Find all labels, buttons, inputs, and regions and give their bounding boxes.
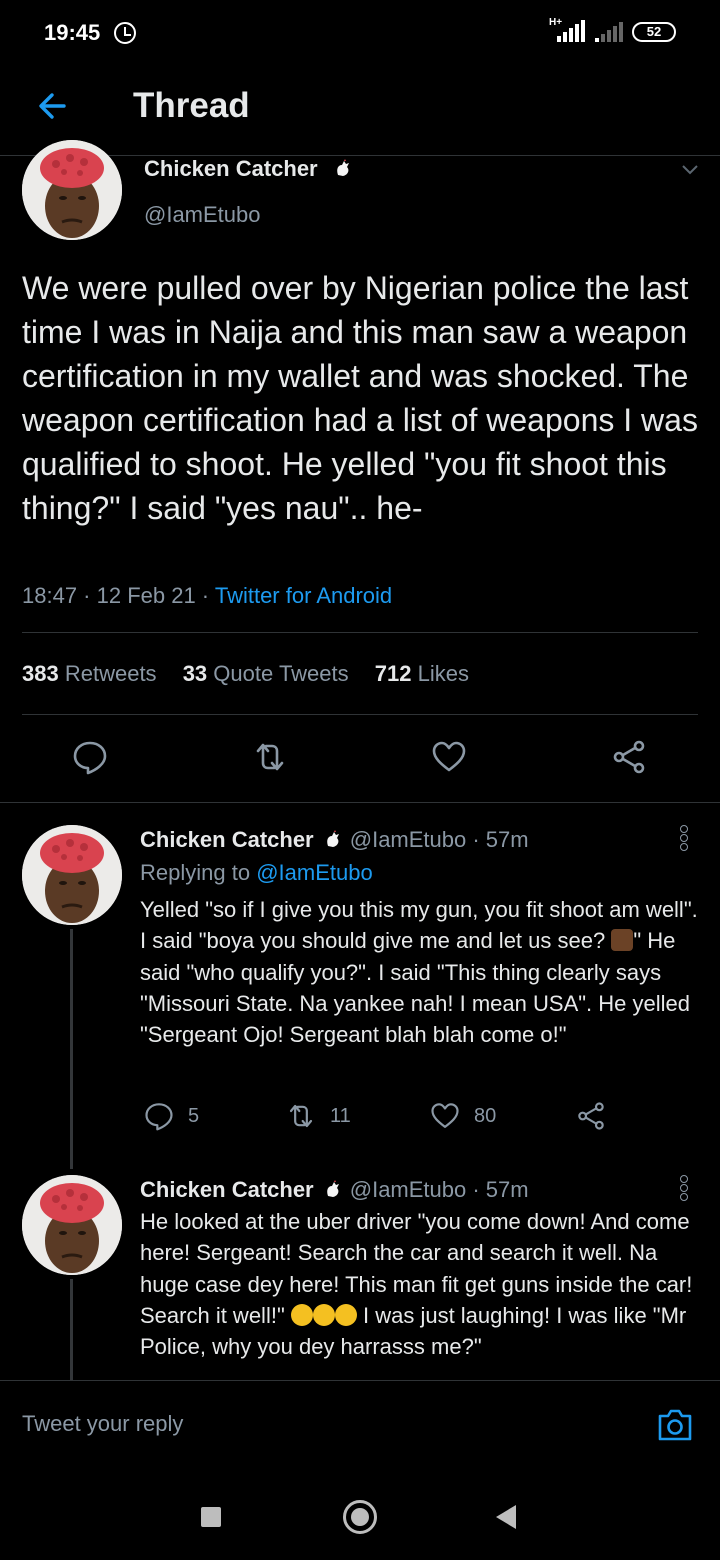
reply-tweet[interactable]: Chicken Catcher @IamEtubo · 57m Replying…: [0, 803, 720, 1173]
retweet-icon: [289, 1104, 313, 1128]
battery-icon: 52: [632, 22, 676, 42]
reply-text: He looked at the uber driver "you come d…: [140, 1206, 700, 1362]
top-app-bar: Thread: [0, 66, 720, 156]
avatar[interactable]: [22, 1175, 122, 1275]
reply-input[interactable]: Tweet your reply: [22, 1411, 183, 1437]
reply-text: Yelled "so if I give you this my gun, yo…: [140, 894, 700, 1050]
like-icon[interactable]: [431, 739, 467, 775]
divider: [22, 714, 698, 715]
nav-recents-icon[interactable]: [201, 1507, 221, 1527]
reply-composer: Tweet your reply: [0, 1380, 720, 1463]
author-name[interactable]: Chicken Catcher: [140, 827, 314, 852]
signal-icon-2: [595, 20, 625, 42]
tweet-text: We were pulled over by Nigerian police t…: [22, 270, 698, 526]
tweet-stats: 383 Retweets 33 Quote Tweets 712 Likes: [22, 661, 469, 687]
laughing-emoji: [290, 1303, 313, 1326]
share-action[interactable]: [576, 1099, 606, 1133]
more-icon[interactable]: [680, 825, 688, 851]
back-arrow-icon[interactable]: [36, 90, 68, 122]
retweets-count: 383: [22, 661, 59, 686]
author-handle[interactable]: @IamEtubo: [144, 202, 261, 228]
reply-count: 5: [188, 1104, 200, 1127]
thread-line: [70, 1279, 73, 1380]
likes-count: 712: [374, 661, 412, 686]
tweet-source[interactable]: Twitter for Android: [215, 583, 392, 608]
chevron-down-icon[interactable]: [680, 160, 700, 180]
handle-time: @IamEtubo · 57m: [349, 827, 529, 852]
reply-header[interactable]: Chicken Catcher @IamEtubo · 57m: [140, 1177, 529, 1203]
like-count: 80: [474, 1104, 497, 1127]
reply-header[interactable]: Chicken Catcher @IamEtubo · 57m: [140, 827, 529, 853]
tweet-actions: [0, 739, 720, 779]
quotes-count: 33: [182, 661, 208, 686]
rooster-badge-icon: [326, 1180, 339, 1197]
camera-icon[interactable]: [656, 1407, 694, 1443]
laughing-emoji: [312, 1303, 335, 1326]
rooster-badge-icon: [326, 830, 339, 847]
likes-stat[interactable]: 712 Likes: [375, 661, 469, 686]
handle-time: @IamEtubo · 57m: [349, 1177, 529, 1202]
likes-label: Likes: [417, 661, 469, 686]
reply-icon[interactable]: [72, 739, 108, 775]
nav-home-icon[interactable]: [343, 1500, 377, 1534]
more-icon[interactable]: [680, 1175, 688, 1201]
quotes-stat[interactable]: 33 Quote Tweets: [183, 661, 349, 686]
laughing-emoji: [334, 1303, 357, 1326]
share-icon[interactable]: [611, 739, 647, 775]
like-action[interactable]: 80: [430, 1099, 496, 1133]
author-name[interactable]: Chicken Catcher: [144, 156, 318, 181]
author-name-row[interactable]: Chicken Catcher: [144, 156, 354, 182]
retweet-count: 11: [330, 1104, 351, 1127]
replying-to: Replying to @IamEtubo: [140, 860, 373, 886]
share-icon: [578, 1102, 604, 1130]
tweet-timestamp[interactable]: 18:47 · 12 Feb 21 ·: [22, 583, 215, 608]
retweets-label: Retweets: [64, 661, 157, 686]
reply-icon: [145, 1103, 173, 1131]
replying-prefix: Replying to: [140, 860, 257, 885]
retweets-stat[interactable]: 383 Retweets: [22, 661, 157, 686]
avatar[interactable]: [22, 825, 122, 925]
status-time: 19:45: [44, 20, 101, 45]
person-shrugging-emoji: [611, 929, 634, 952]
reply-action[interactable]: 5: [144, 1099, 199, 1133]
like-icon: [431, 1103, 459, 1128]
rooster-badge-icon: [336, 159, 349, 176]
alarm-icon: [114, 22, 136, 44]
signal-icon: [555, 20, 585, 42]
thread-line: [70, 929, 73, 1169]
page-title: Thread: [133, 86, 250, 125]
system-nav-bar: [0, 1462, 720, 1560]
reply-actions: 5 11 80: [140, 1099, 620, 1133]
status-bar: 19:45 H+ 52: [0, 0, 720, 66]
nav-back-icon[interactable]: [496, 1505, 516, 1529]
replying-to-link[interactable]: @IamEtubo: [256, 860, 373, 885]
author-name[interactable]: Chicken Catcher: [140, 1177, 314, 1202]
retweet-icon[interactable]: [252, 739, 288, 775]
avatar[interactable]: [22, 140, 122, 240]
reply-tweet[interactable]: Chicken Catcher @IamEtubo · 57m He looke…: [0, 1173, 720, 1380]
quotes-label: Quote Tweets: [213, 661, 349, 686]
retweet-action[interactable]: 11: [286, 1099, 351, 1133]
tweet-meta: 18:47 · 12 Feb 21 · Twitter for Android: [22, 583, 392, 609]
divider: [22, 632, 698, 633]
